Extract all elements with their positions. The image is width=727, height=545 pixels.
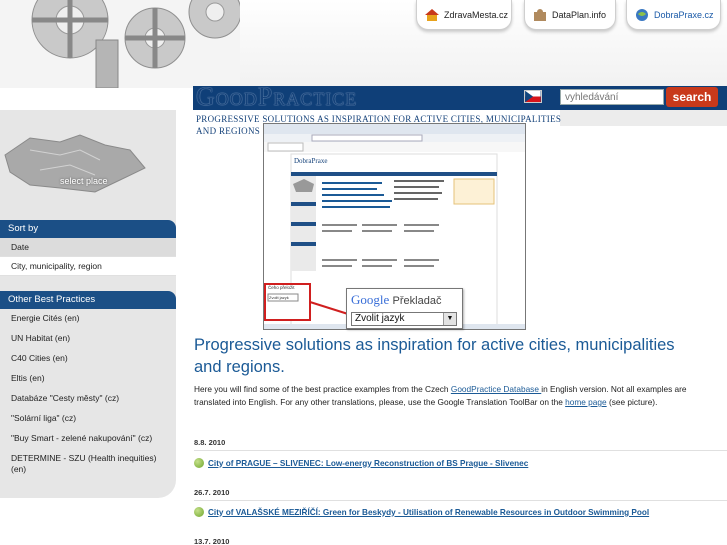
puzzle-icon — [534, 8, 546, 21]
header-gears-image — [0, 0, 240, 88]
other-best-practices-header: Other Best Practices — [0, 291, 176, 309]
czech-flag-icon[interactable] — [524, 90, 542, 103]
leaf-icon — [194, 507, 204, 517]
header-bar-shadow — [560, 110, 727, 126]
intro-text-part: Here you will find some of the best prac… — [194, 384, 451, 394]
search-input[interactable] — [560, 89, 664, 105]
tab-zdravamesta[interactable]: ZdravaMesta.cz — [416, 0, 512, 30]
goodpractice-database-link[interactable]: GoodPractice Database — [451, 384, 541, 394]
sort-by-date[interactable]: Date — [0, 238, 176, 257]
tab-label: DobraPraxe.cz — [654, 9, 714, 20]
google-translate-callout: Google Překladač Zvolit jazyk ▼ — [346, 288, 463, 329]
news-item: City of VALAŠSKÉ MEZIŘÍČÍ: Green for Bes… — [194, 507, 727, 517]
site-logo[interactable]: GoodPractice — [196, 82, 357, 112]
globe-icon — [636, 8, 648, 21]
news-date: 13.7. 2010 — [194, 537, 230, 545]
mini-logo: DobraPraxe — [294, 157, 328, 165]
news-link[interactable]: City of VALAŠSKÉ MEZIŘÍČÍ: Green for Bes… — [208, 508, 649, 517]
best-practice-link[interactable]: Databáze "Cesty městy" (cz) — [11, 393, 171, 404]
intro-text: Here you will find some of the best prac… — [194, 383, 714, 409]
google-brand: Google — [351, 292, 390, 307]
house-icon — [425, 8, 439, 21]
best-practice-link[interactable]: C40 Cities (en) — [11, 353, 171, 364]
best-practice-link[interactable]: UN Habitat (en) — [11, 333, 171, 344]
search-button[interactable]: search — [666, 87, 718, 107]
dropdown-arrow-icon: ▼ — [443, 313, 456, 325]
home-page-link[interactable]: home page — [565, 397, 607, 407]
translate-word: Překladač — [392, 295, 442, 307]
news-date: 8.8. 2010 — [194, 438, 226, 447]
tab-dobrapraxe[interactable]: DobraPraxe.cz — [626, 0, 721, 30]
news-link[interactable]: City of PRAGUE – SLIVENEC: Low-energy Re… — [208, 459, 528, 468]
divider — [194, 500, 727, 501]
mini-dropdown-label: Zvolit jazyk — [269, 295, 289, 300]
best-practice-link[interactable]: Eltis (en) — [11, 373, 171, 384]
sort-by-header: Sort by — [0, 220, 176, 238]
best-practice-link[interactable]: DETERMINE - SZU (Health inequities) (en) — [11, 453, 171, 475]
news-date: 26.7. 2010 — [194, 488, 230, 497]
divider — [194, 450, 727, 451]
best-practice-link[interactable]: "Buy Smart - zelené nakupování" (cz) — [11, 433, 171, 444]
page-title: Progressive solutions as inspiration for… — [194, 336, 675, 376]
tab-label: ZdravaMesta.cz — [444, 9, 509, 20]
tab-label: DataPlan.info — [552, 9, 607, 20]
translate-select-value: Zvolit jazyk — [355, 313, 405, 324]
czech-map-image[interactable] — [0, 130, 150, 200]
news-item: City of PRAGUE – SLIVENEC: Low-energy Re… — [194, 458, 727, 468]
leaf-icon — [194, 458, 204, 468]
intro-text-part: (see picture). — [606, 397, 658, 407]
best-practice-link[interactable]: Energie Cités (en) — [11, 313, 171, 324]
best-practice-link[interactable]: "Solární liga" (cz) — [11, 413, 171, 424]
select-place-label[interactable]: select place — [60, 176, 108, 186]
tab-dataplan[interactable]: DataPlan.info — [524, 0, 616, 30]
mini-translate-label: Čeho přeložit — [268, 285, 295, 290]
sort-by-place[interactable]: City, municipality, region — [0, 257, 176, 276]
